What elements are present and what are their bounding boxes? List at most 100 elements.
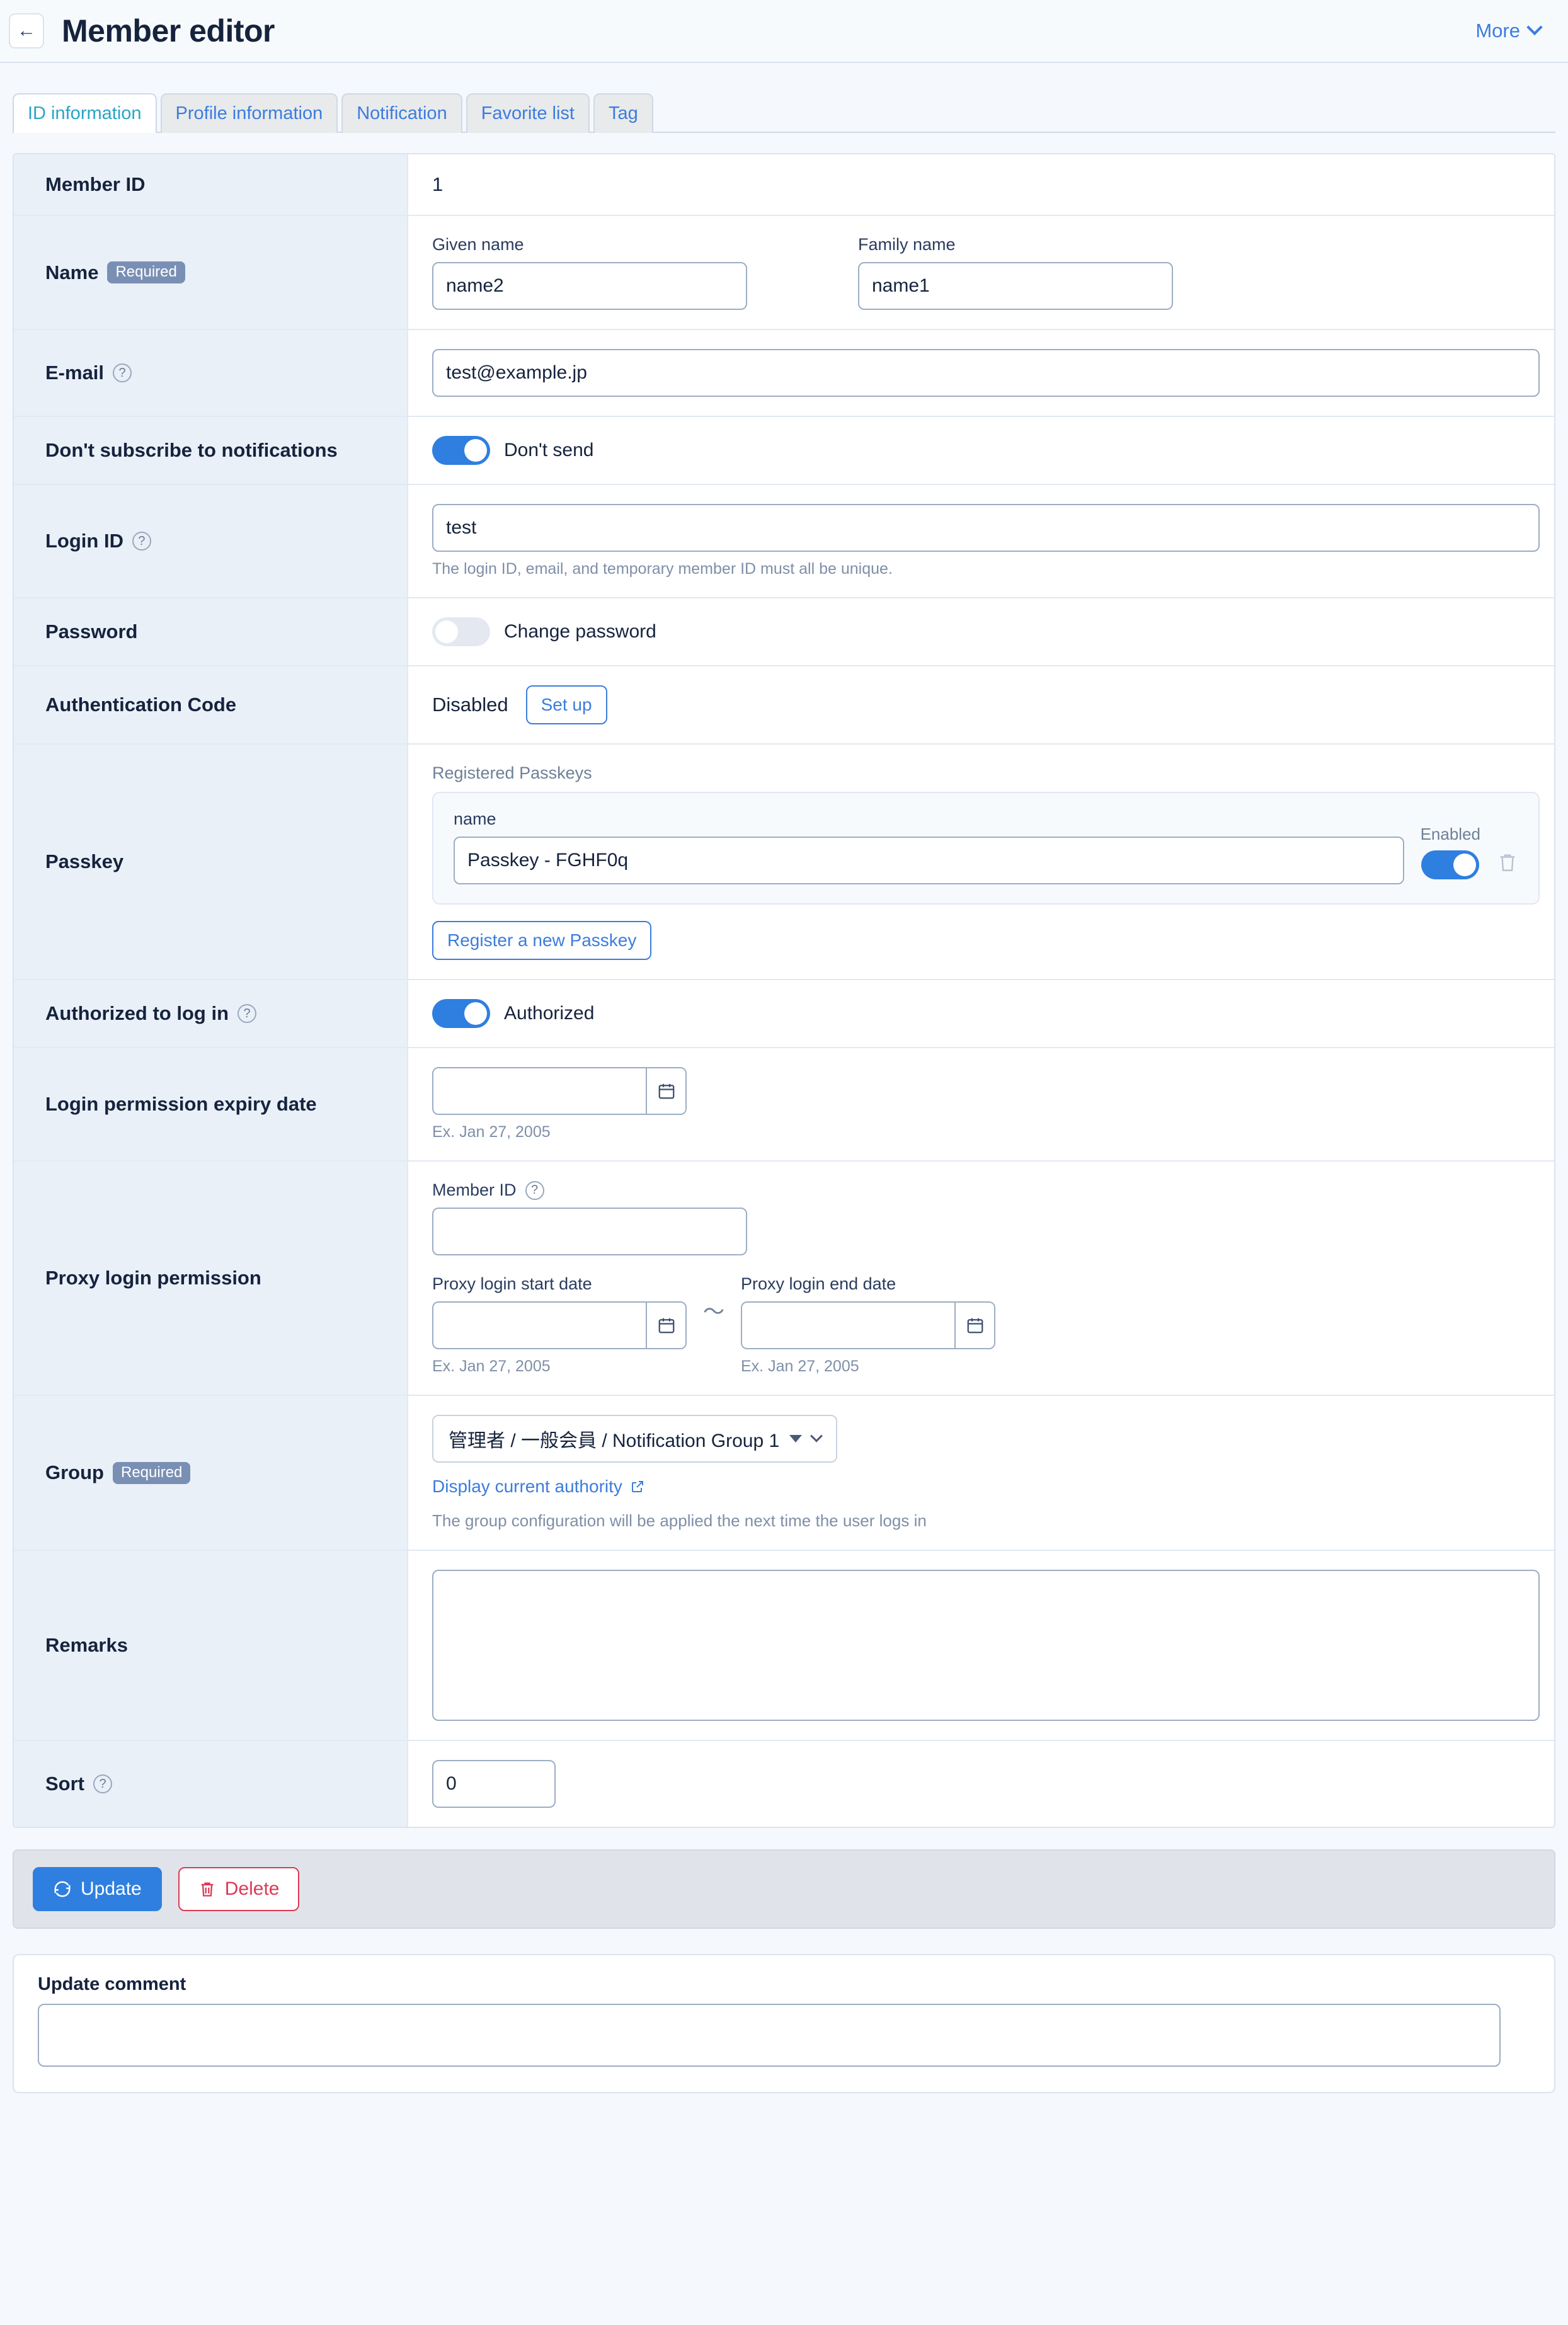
help-icon[interactable]: ? bbox=[93, 1774, 112, 1793]
email-input[interactable] bbox=[432, 349, 1540, 397]
page-header: ← Member editor More bbox=[0, 0, 1568, 63]
given-name-input[interactable] bbox=[432, 262, 747, 310]
label-text: Authentication Code bbox=[45, 694, 237, 716]
tab-favorite-list[interactable]: Favorite list bbox=[466, 93, 590, 133]
calendar-icon bbox=[658, 1083, 674, 1099]
login-expiry-date-input[interactable] bbox=[433, 1068, 646, 1114]
passkey-name-input[interactable] bbox=[454, 837, 1404, 884]
label-authentication-code: Authentication Code bbox=[14, 666, 408, 743]
tab-notification[interactable]: Notification bbox=[341, 93, 462, 133]
calendar-icon bbox=[658, 1318, 674, 1334]
label-password: Password bbox=[14, 598, 408, 665]
tab-id-information[interactable]: ID information bbox=[13, 93, 157, 133]
update-comment-input[interactable] bbox=[38, 2004, 1501, 2067]
label-text: Sort bbox=[45, 1773, 84, 1795]
row-authentication-code: Authentication Code Disabled Set up bbox=[14, 666, 1554, 745]
tab-label: Tag bbox=[608, 103, 638, 123]
label-email: E-mail ? bbox=[14, 330, 408, 416]
register-new-passkey-button[interactable]: Register a new Passkey bbox=[432, 921, 652, 960]
tab-profile-information[interactable]: Profile information bbox=[160, 93, 338, 133]
label-text: Remarks bbox=[45, 1634, 128, 1656]
label-login-id: Login ID ? bbox=[14, 485, 408, 597]
label-text: Proxy login permission bbox=[45, 1267, 261, 1289]
change-password-label: Change password bbox=[504, 621, 656, 642]
label-login-permission-expiry-date: Login permission expiry date bbox=[14, 1048, 408, 1160]
label-member-id: Member ID bbox=[14, 154, 408, 215]
login-id-input[interactable] bbox=[432, 504, 1540, 552]
body-group: 管理者 / 一般会員 / Notification Group 1 Displa… bbox=[408, 1396, 1554, 1550]
body-authorized-to-log-in: Authorized bbox=[408, 980, 1554, 1047]
toggle-knob bbox=[435, 620, 458, 643]
label-group: Group Required bbox=[14, 1396, 408, 1550]
family-name-input[interactable] bbox=[858, 262, 1173, 310]
login-expiry-calendar-button[interactable] bbox=[646, 1068, 685, 1114]
label-text: Member ID bbox=[45, 173, 146, 195]
group-select-value: 管理者 / 一般会員 / Notification Group 1 bbox=[449, 1431, 780, 1451]
update-button[interactable]: Update bbox=[33, 1867, 162, 1911]
tab-label: ID information bbox=[28, 103, 142, 123]
label-authorized-to-log-in: Authorized to log in ? bbox=[14, 980, 408, 1047]
caret-down-icon bbox=[789, 1435, 803, 1442]
row-authorized-to-log-in: Authorized to log in ? Authorized bbox=[14, 980, 1554, 1048]
delete-passkey-button[interactable] bbox=[1497, 850, 1518, 884]
tab-label: Notification bbox=[357, 103, 447, 123]
set-up-button[interactable]: Set up bbox=[525, 685, 607, 724]
help-icon[interactable]: ? bbox=[132, 532, 151, 551]
tab-tag[interactable]: Tag bbox=[593, 93, 653, 133]
proxy-end-date-input[interactable] bbox=[742, 1303, 955, 1348]
label-text: Login permission expiry date bbox=[45, 1093, 317, 1115]
required-badge: Required bbox=[107, 261, 185, 283]
label-text: Login ID bbox=[45, 530, 123, 552]
remarks-textarea[interactable] bbox=[432, 1570, 1540, 1721]
back-button[interactable]: ← bbox=[9, 13, 44, 49]
login-expiry-date-field bbox=[432, 1067, 687, 1115]
row-sort: Sort ? bbox=[14, 1741, 1554, 1827]
change-password-toggle[interactable] bbox=[432, 617, 490, 646]
proxy-member-id-input[interactable] bbox=[432, 1208, 747, 1255]
proxy-member-id-label-text: Member ID bbox=[432, 1180, 517, 1199]
body-email bbox=[408, 330, 1554, 416]
login-expiry-hint: Ex. Jan 27, 2005 bbox=[432, 1123, 551, 1141]
body-login-id: The login ID, email, and temporary membe… bbox=[408, 485, 1554, 597]
row-name: Name Required Given name Family name bbox=[14, 216, 1554, 330]
body-no-subscribe: Don't send bbox=[408, 417, 1554, 484]
row-login-id: Login ID ? The login ID, email, and temp… bbox=[14, 485, 1554, 598]
passkey-enabled-group: Enabled bbox=[1421, 825, 1480, 884]
row-passkey: Passkey Registered Passkeys name Enabled bbox=[14, 745, 1554, 980]
authorized-toggle[interactable] bbox=[432, 999, 490, 1028]
no-subscribe-toggle[interactable] bbox=[432, 436, 490, 465]
label-text: Group bbox=[45, 1461, 104, 1483]
help-icon[interactable]: ? bbox=[113, 363, 132, 382]
passkey-enabled-toggle[interactable] bbox=[1421, 850, 1480, 879]
proxy-start-calendar-button[interactable] bbox=[646, 1303, 685, 1348]
calendar-icon bbox=[967, 1318, 983, 1334]
body-proxy-login-permission: Member ID ? Proxy login start date Ex. J… bbox=[408, 1162, 1554, 1395]
registered-passkeys-label: Registered Passkeys bbox=[432, 763, 592, 782]
label-sort: Sort ? bbox=[14, 1741, 408, 1827]
given-name-label: Given name bbox=[432, 235, 524, 254]
help-icon[interactable]: ? bbox=[237, 1004, 257, 1023]
label-text: Don't subscribe to notifications bbox=[45, 439, 338, 461]
group-select[interactable]: 管理者 / 一般会員 / Notification Group 1 bbox=[432, 1415, 838, 1463]
display-current-authority-link[interactable]: Display current authority bbox=[432, 1477, 645, 1497]
chevron-down-icon bbox=[1526, 19, 1543, 36]
label-text: Name bbox=[45, 261, 99, 283]
proxy-start-date-input[interactable] bbox=[433, 1303, 646, 1348]
help-icon[interactable]: ? bbox=[525, 1180, 544, 1200]
proxy-end-calendar-button[interactable] bbox=[954, 1303, 994, 1348]
label-passkey: Passkey bbox=[14, 745, 408, 979]
login-id-hint: The login ID, email, and temporary membe… bbox=[432, 560, 893, 578]
sort-input[interactable] bbox=[432, 1760, 556, 1808]
update-button-label: Update bbox=[81, 1878, 142, 1899]
proxy-member-id-group: Member ID ? bbox=[432, 1180, 1530, 1255]
more-label: More bbox=[1475, 20, 1520, 42]
tabs-container: ID information Profile information Notif… bbox=[0, 63, 1568, 133]
row-group: Group Required 管理者 / 一般会員 / Notification… bbox=[14, 1396, 1554, 1551]
given-name-group: Given name bbox=[432, 235, 747, 310]
delete-button[interactable]: Delete bbox=[178, 1867, 300, 1911]
authorized-toggle-label: Authorized bbox=[504, 1003, 595, 1024]
required-badge: Required bbox=[113, 1461, 191, 1484]
trash-icon bbox=[1500, 854, 1515, 871]
no-subscribe-toggle-label: Don't send bbox=[504, 440, 594, 460]
more-button[interactable]: More bbox=[1475, 19, 1543, 42]
